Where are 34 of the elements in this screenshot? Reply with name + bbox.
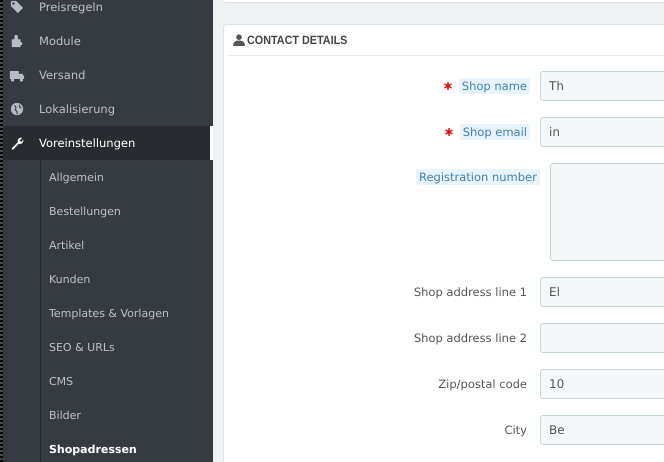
- sidebar-item[interactable]: Module: [3, 24, 213, 58]
- field-label: Shop address line 1: [412, 284, 528, 300]
- field-label: Registration number: [416, 169, 540, 185]
- submenu-item[interactable]: Bestellungen: [49, 194, 213, 228]
- puzzle-icon: [9, 34, 25, 48]
- globe-icon: [9, 102, 25, 116]
- field-label: City: [503, 422, 528, 438]
- submenu-item[interactable]: Allgemein: [49, 160, 213, 194]
- wrench-icon: [9, 136, 25, 150]
- submenu-item[interactable]: Shopadressen: [49, 432, 213, 462]
- input-field[interactable]: in: [540, 117, 664, 147]
- sidebar-item[interactable]: Lokalisierung: [3, 92, 213, 126]
- user-icon: [233, 34, 245, 46]
- field-label: Shop address line 2: [412, 330, 528, 346]
- submenu-item[interactable]: Bilder: [49, 398, 213, 432]
- input-field[interactable]: El: [540, 277, 664, 307]
- submenu-item[interactable]: CMS: [49, 364, 213, 398]
- submenu-item[interactable]: Templates & Vorlagen: [49, 296, 213, 330]
- field-label: Shop email: [460, 124, 530, 140]
- field-label: Zip/postal code: [437, 376, 528, 392]
- submenu-item[interactable]: Kunden: [49, 262, 213, 296]
- sidebar-item[interactable]: Versand: [3, 58, 213, 92]
- input-field[interactable]: Be: [540, 415, 664, 445]
- input-field[interactable]: 10: [540, 369, 664, 399]
- submenu-item[interactable]: SEO & URLs: [49, 330, 213, 364]
- input-field[interactable]: [540, 323, 664, 353]
- panel-title: CONTACT DETAILS: [247, 33, 348, 47]
- submenu-item[interactable]: Artikel: [49, 228, 213, 262]
- truck-icon: [9, 68, 25, 82]
- input-field[interactable]: Th: [540, 71, 664, 101]
- sidebar-item[interactable]: Preisregeln: [3, 0, 213, 24]
- text-area[interactable]: [550, 163, 664, 261]
- field-label: Shop name: [458, 78, 530, 94]
- sidebar-item[interactable]: Voreinstellungen: [3, 126, 213, 160]
